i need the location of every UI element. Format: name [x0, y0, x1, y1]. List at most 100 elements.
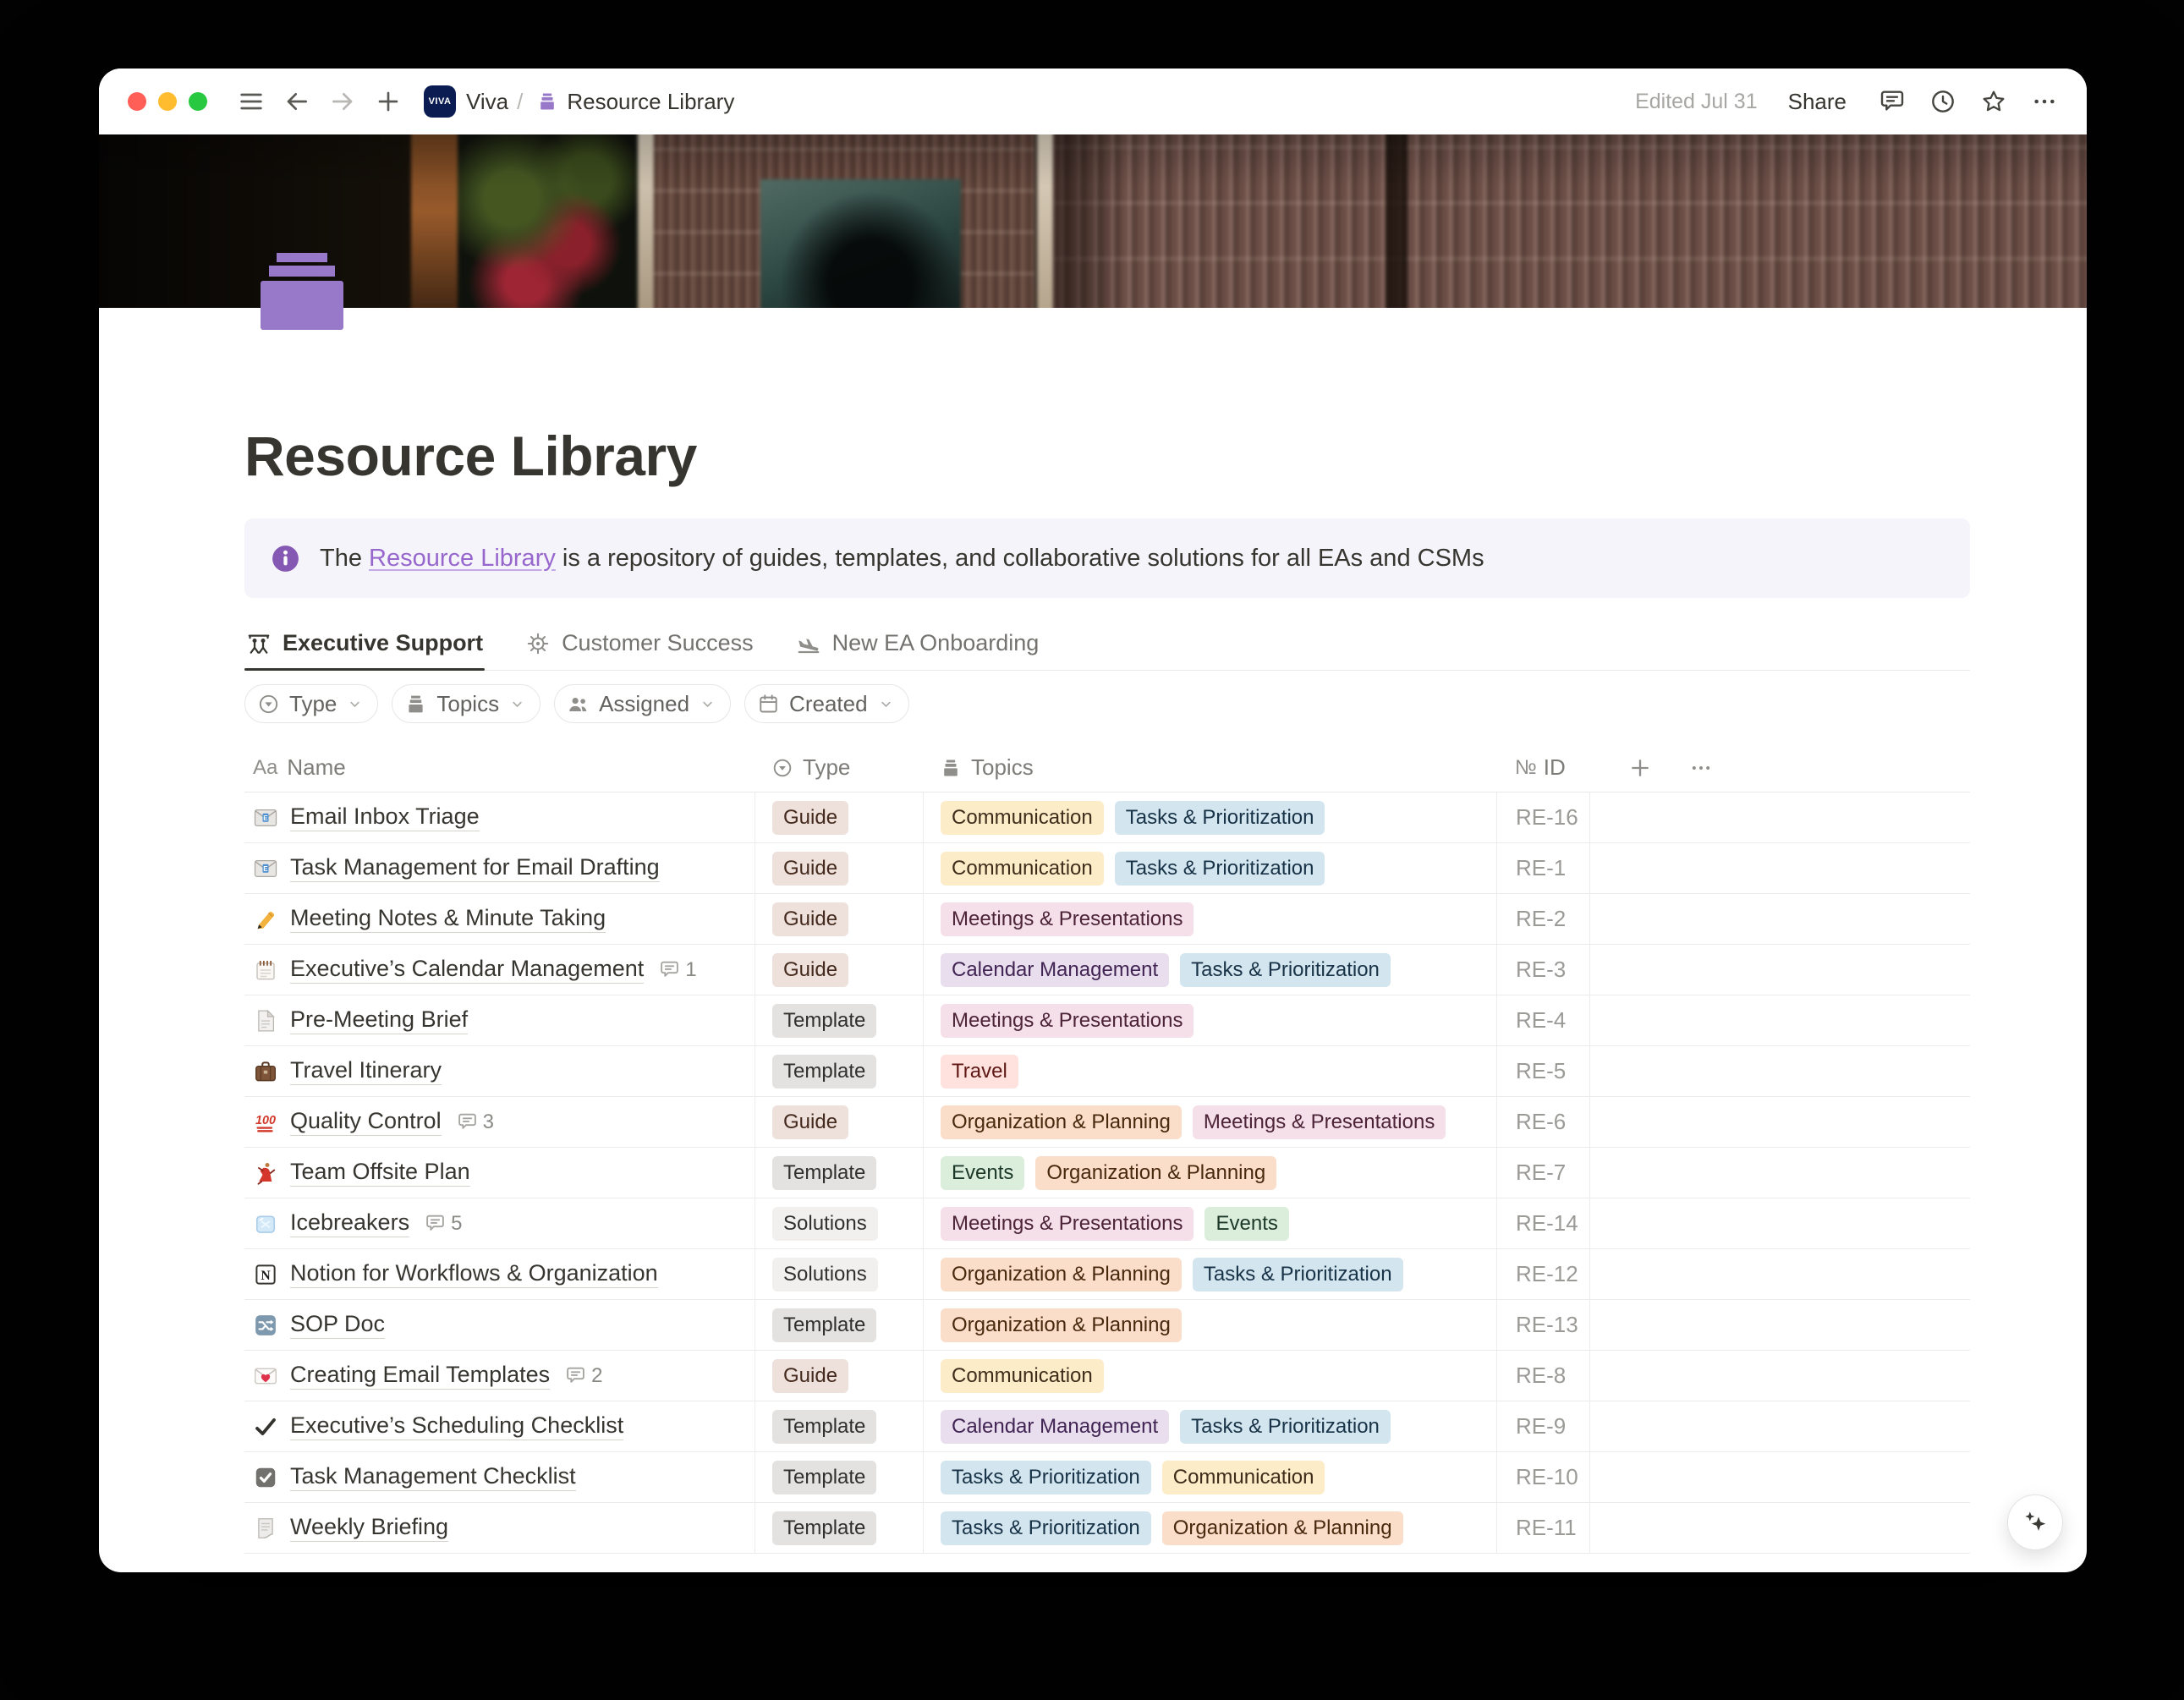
sidebar-menu-icon[interactable]	[238, 88, 265, 115]
back-icon[interactable]	[283, 88, 310, 115]
svg-text:E: E	[263, 864, 268, 872]
row-page-link[interactable]: Task Management Checklist	[290, 1463, 576, 1491]
column-header-id[interactable]: №ID	[1496, 743, 1589, 792]
table-row[interactable]: Creating Email Templates 2 GuideCommunicat…	[244, 1351, 1970, 1401]
breadcrumb-page[interactable]: Resource Library	[567, 89, 734, 115]
table-row[interactable]: Icebreakers 5 SolutionsMeetings & Presenta…	[244, 1198, 1970, 1249]
column-header-name[interactable]: AaName	[244, 743, 755, 792]
row-type-cell[interactable]: Guide	[755, 1351, 923, 1401]
comment-count-badge[interactable]: 3	[457, 1110, 494, 1134]
row-page-link[interactable]: Creating Email Templates	[290, 1362, 550, 1390]
row-topics-cell[interactable]: Meetings & Presentations	[923, 995, 1496, 1045]
minimize-window-button[interactable]	[158, 92, 177, 111]
filter-topics[interactable]: Topics	[392, 684, 541, 723]
table-row[interactable]: Travel ItineraryTemplateTravelRE-5	[244, 1046, 1970, 1097]
row-topics-cell[interactable]: Calendar ManagementTasks & Prioritizatio…	[923, 1401, 1496, 1451]
filter-created[interactable]: Created	[744, 684, 909, 723]
table-row[interactable]: Task Management Checklist TemplateTasks &…	[244, 1452, 1970, 1503]
row-type-cell[interactable]: Template	[755, 1401, 923, 1451]
row-type-cell[interactable]: Guide	[755, 1097, 923, 1147]
table-row[interactable]: Team Offsite Plan TemplateEventsOrganizat…	[244, 1148, 1970, 1198]
page-title[interactable]: Resource Library	[244, 424, 1970, 488]
row-topics-cell[interactable]: CommunicationTasks & Prioritization	[923, 792, 1496, 842]
comment-count-badge[interactable]: 1	[659, 958, 696, 982]
row-page-link[interactable]: Executive’s Scheduling Checklist	[290, 1412, 623, 1440]
cover-image[interactable]	[99, 134, 2087, 308]
comment-count-badge[interactable]: 2	[565, 1364, 602, 1388]
row-topics-cell[interactable]: Travel	[923, 1046, 1496, 1096]
row-topics-cell[interactable]: Meetings & PresentationsEvents	[923, 1198, 1496, 1248]
table-row[interactable]: Weekly Briefing TemplateTasks & Prioritiz…	[244, 1503, 1970, 1554]
filter-type[interactable]: Type	[244, 684, 378, 723]
row-topics-cell[interactable]: Tasks & PrioritizationOrganization & Pla…	[923, 1503, 1496, 1553]
tab-executive-support[interactable]: Executive Support	[244, 622, 485, 670]
more-options-icon[interactable]	[2031, 88, 2058, 115]
row-page-link[interactable]: Task Management for Email Drafting	[290, 854, 660, 882]
column-header-type[interactable]: Type	[755, 743, 923, 792]
table-row[interactable]: NNotion for Workflows & OrganizationSolu…	[244, 1249, 1970, 1300]
share-button[interactable]: Share	[1788, 89, 1847, 115]
breadcrumb-workspace[interactable]: Viva	[466, 89, 508, 115]
row-topics-cell[interactable]: Meetings & Presentations	[923, 894, 1496, 944]
new-page-icon[interactable]	[375, 88, 402, 115]
row-topics-cell[interactable]: EventsOrganization & Planning	[923, 1148, 1496, 1198]
row-page-link[interactable]: Executive’s Calendar Management	[290, 956, 644, 984]
close-window-button[interactable]	[128, 92, 146, 111]
row-type-cell[interactable]: Guide	[755, 945, 923, 995]
tab-new-ea-onboarding[interactable]: New EA Onboarding	[794, 622, 1041, 670]
table-row[interactable]: Executive’s Calendar Management 1 GuideCal…	[244, 945, 1970, 995]
row-type-cell[interactable]: Template	[755, 1300, 923, 1350]
tab-customer-success[interactable]: Customer Success	[524, 622, 755, 670]
table-row[interactable]: EEmail Inbox TriageGuideCommunicationTas…	[244, 792, 1970, 843]
row-topics-cell[interactable]: Organization & Planning	[923, 1300, 1496, 1350]
add-column-button[interactable]	[1628, 756, 1652, 780]
row-page-link[interactable]: Meeting Notes & Minute Taking	[290, 905, 606, 933]
table-options-button[interactable]	[1689, 756, 1713, 780]
row-page-link[interactable]: Email Inbox Triage	[290, 803, 480, 831]
table-row[interactable]: 100Quality Control3GuideOrganization & P…	[244, 1097, 1970, 1148]
row-page-link[interactable]: Icebreakers	[290, 1209, 409, 1237]
row-type-cell[interactable]: Template	[755, 995, 923, 1045]
table-row[interactable]: E Task Management for Email Drafting Guide…	[244, 843, 1970, 894]
filter-assigned[interactable]: Assigned	[554, 684, 731, 723]
row-type-cell[interactable]: Template	[755, 1046, 923, 1096]
row-topics-cell[interactable]: CommunicationTasks & Prioritization	[923, 843, 1496, 893]
row-type-cell[interactable]: Template	[755, 1148, 923, 1198]
row-page-link[interactable]: SOP Doc	[290, 1311, 385, 1339]
row-topics-cell[interactable]: Organization & PlanningTasks & Prioritiz…	[923, 1249, 1496, 1299]
zoom-window-button[interactable]	[189, 92, 207, 111]
row-type-cell[interactable]: Solutions	[755, 1198, 923, 1248]
row-type-cell[interactable]: Guide	[755, 792, 923, 842]
row-type-cell[interactable]: Template	[755, 1503, 923, 1553]
column-header-topics[interactable]: Topics	[923, 743, 1496, 792]
row-topics-cell[interactable]: Organization & PlanningMeetings & Presen…	[923, 1097, 1496, 1147]
comments-icon[interactable]	[1879, 88, 1906, 115]
row-type-cell[interactable]: Template	[755, 1452, 923, 1502]
comment-count-badge[interactable]: 5	[425, 1212, 462, 1236]
row-type-cell[interactable]: Guide	[755, 894, 923, 944]
history-icon[interactable]	[1929, 88, 1956, 115]
row-page-link[interactable]: Pre-Meeting Brief	[290, 1006, 468, 1034]
row-type-cell[interactable]: Guide	[755, 843, 923, 893]
row-page-link[interactable]: Quality Control	[290, 1108, 442, 1136]
favorite-icon[interactable]	[1980, 88, 2007, 115]
table-row[interactable]: Executive’s Scheduling Checklist Template…	[244, 1401, 1970, 1452]
table-row[interactable]: Pre-Meeting Brief TemplateMeetings & Pres…	[244, 995, 1970, 1046]
row-page-link[interactable]: Notion for Workflows & Organization	[290, 1260, 658, 1288]
callout-page-link[interactable]: Resource Library	[369, 545, 556, 572]
row-page-link[interactable]: Team Offsite Plan	[290, 1159, 470, 1187]
row-type-cell[interactable]: Solutions	[755, 1249, 923, 1299]
row-topics-cell[interactable]: Communication	[923, 1351, 1496, 1401]
ai-assistant-button[interactable]	[2007, 1494, 2063, 1550]
row-page-link[interactable]: Travel Itinerary	[290, 1057, 442, 1085]
row-topics-cell[interactable]: Tasks & PrioritizationCommunication	[923, 1452, 1496, 1502]
topic-tag: Events	[941, 1156, 1024, 1190]
table-row[interactable]: Meeting Notes & Minute Taking GuideMeetin…	[244, 894, 1970, 945]
row-empty-cell	[1589, 1148, 1970, 1198]
workspace-logo[interactable]: VIVA	[424, 85, 456, 118]
row-page-link[interactable]: Weekly Briefing	[290, 1514, 448, 1542]
row-topics-cell[interactable]: Calendar ManagementTasks & Prioritizatio…	[923, 945, 1496, 995]
table-row[interactable]: SOP DocTemplateOrganization & PlanningRE…	[244, 1300, 1970, 1351]
forward-icon[interactable]	[329, 88, 356, 115]
page-icon-archive[interactable]	[260, 253, 344, 330]
